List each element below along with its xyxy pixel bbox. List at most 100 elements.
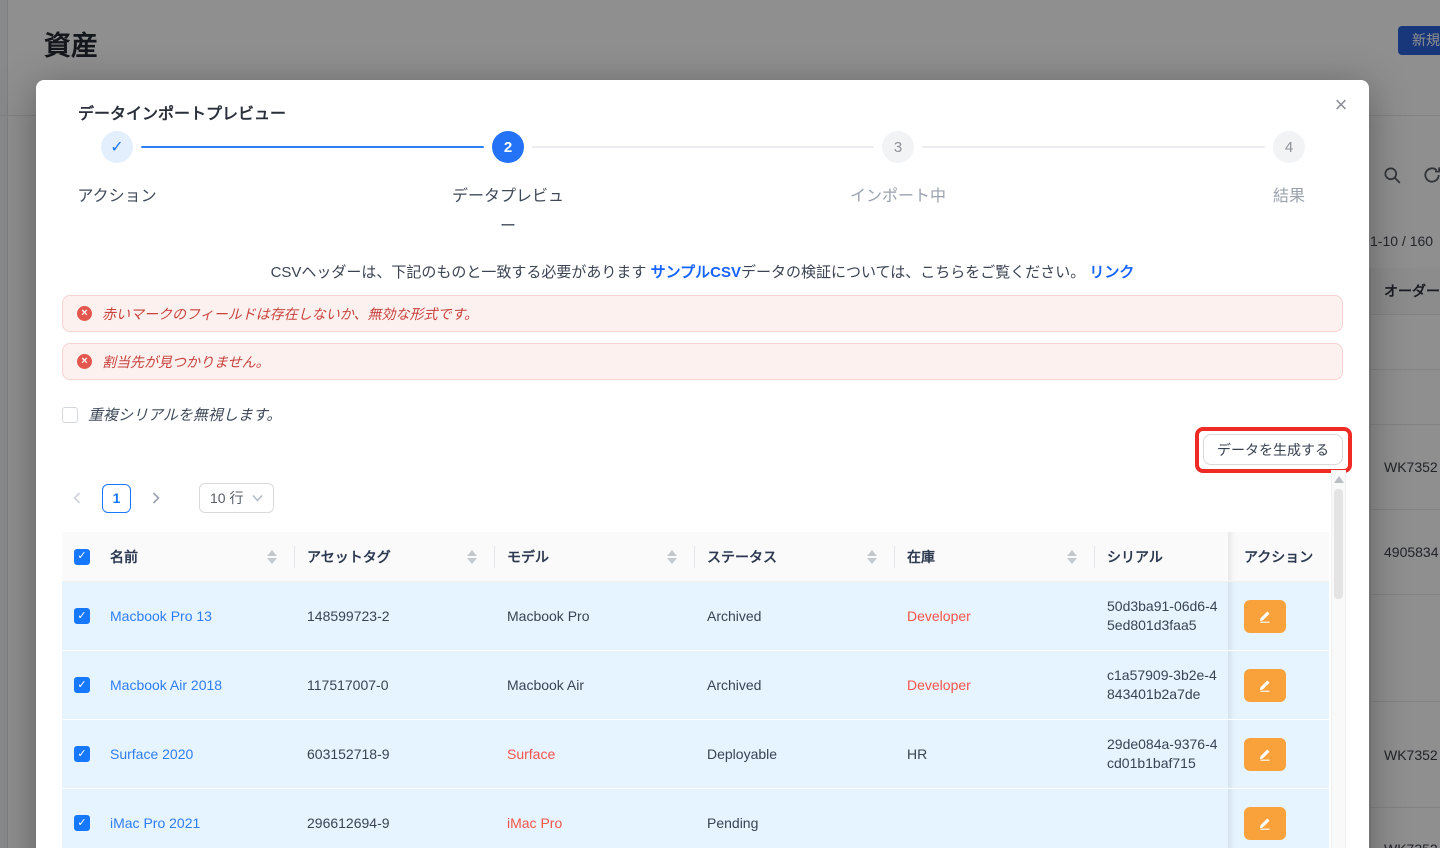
col-header-status[interactable]: ステータス [695,532,895,581]
edit-icon [1257,677,1273,693]
step-2-indicator: 2 [492,131,524,163]
close-icon[interactable]: × [1328,92,1354,118]
generate-data-button[interactable]: データを生成する [1203,434,1343,465]
edit-row-button[interactable] [1244,669,1286,702]
row-checkbox[interactable]: ✓ [74,608,90,624]
edit-row-button[interactable] [1244,600,1286,633]
error-alert-text: 赤いマークのフィールドは存在しないか、無効な形式です。 [102,304,478,324]
asset-tag-cell: 117517007-0 [295,651,495,719]
edit-row-button[interactable] [1244,807,1286,840]
step-3-label: インポート中 [850,182,946,206]
edit-icon [1257,746,1273,762]
error-icon: × [77,306,92,321]
col-label: アクション [1244,547,1313,567]
model-cell: iMac Pro [495,789,695,848]
col-label: ステータス [707,547,777,567]
row-checkbox[interactable]: ✓ [74,677,90,693]
asset-name-link[interactable]: Surface 2020 [110,746,193,762]
sort-icon[interactable] [667,550,677,564]
status-cell: Archived [695,651,895,719]
stock-cell: HR [895,720,1095,788]
table-row: ✓ Macbook Air 2018 117517007-0 Macbook A… [62,651,1329,720]
serial-cell: c1a57909-3b2e-4843401b2a7de [1107,666,1217,704]
stock-cell [895,789,1095,848]
table-row: ✓ Macbook Pro 13 148599723-2 Macbook Pro… [62,582,1329,651]
help-link[interactable]: リンク [1089,264,1134,281]
table-row: ✓ iMac Pro 2021 296612694-9 iMac Pro Pen… [62,789,1329,848]
ignore-duplicates-row: 重複シリアルを無視します。 [62,404,281,425]
ignore-duplicates-label: 重複シリアルを無視します。 [88,404,281,425]
status-cell: Pending [695,789,895,848]
page-size-value: 10 行 [210,488,243,508]
pagination: 1 10 行 [62,483,274,513]
col-label: 在庫 [907,547,935,567]
error-icon: × [77,354,92,369]
check-icon: ✓ [77,611,86,622]
sort-icon[interactable] [467,550,477,564]
chevron-left-icon[interactable] [62,483,92,513]
csv-instructions-text: CSVヘッダーは、下記のものと一致する必要があります [271,264,651,281]
check-icon: ✓ [77,818,86,829]
select-all-checkbox[interactable]: ✓ [74,549,90,565]
csv-instructions-text: データの検証については、こちらをご覧ください。 [741,264,1089,281]
sample-csv-link[interactable]: サンプルCSV [651,264,741,281]
table-row: ✓ Surface 2020 603152718-9 Surface Deplo… [62,720,1329,789]
col-header-model[interactable]: モデル [495,532,695,581]
status-cell: Deployable [695,720,895,788]
sort-icon[interactable] [267,550,277,564]
model-cell: Surface [495,720,695,788]
page-size-select[interactable]: 10 行 [199,483,274,513]
serial-cell: 29de084a-9376-4cd01b1baf715 [1107,735,1218,773]
sort-icon[interactable] [867,550,877,564]
csv-instructions: CSVヘッダーは、下記のものと一致する必要があります サンプルCSVデータの検証… [36,261,1369,282]
asset-name-link[interactable]: iMac Pro 2021 [110,815,200,831]
col-header-name[interactable]: 名前 [102,532,295,581]
col-label: モデル [507,547,549,567]
row-checkbox[interactable]: ✓ [74,815,90,831]
scroll-up-icon[interactable] [1334,476,1344,483]
check-icon: ✓ [77,749,86,760]
step-1-label: アクション [77,182,156,206]
asset-name-link[interactable]: Macbook Air 2018 [110,677,222,693]
asset-tag-cell: 603152718-9 [295,720,495,788]
preview-table: ✓ 名前 アセットタグ モデル ステータス [62,532,1329,848]
step-number: 4 [1285,139,1293,156]
check-icon: ✓ [77,551,86,562]
step-4-indicator: 4 [1273,131,1305,163]
select-all-cell: ✓ [62,532,102,581]
model-cell: Macbook Air [495,651,695,719]
model-cell: Macbook Pro [495,582,695,650]
table-scrollbar[interactable] [1331,470,1346,848]
col-header-stock[interactable]: 在庫 [895,532,1095,581]
row-checkbox[interactable]: ✓ [74,746,90,762]
status-cell: Archived [695,582,895,650]
step-2-label: データプレビュー [449,182,567,242]
error-alert-text: 割当先が見つかりません。 [102,352,270,372]
step-4-label: 結果 [1273,182,1305,206]
error-alert: × 赤いマークのフィールドは存在しないか、無効な形式です。 [62,295,1343,332]
step-connector-done [141,146,484,148]
scrollbar-thumb[interactable] [1334,489,1343,599]
edit-icon [1257,815,1273,831]
step-connector [922,146,1265,148]
serial-cell: 50d3ba91-06d6-45ed801d3faa5 [1107,597,1218,635]
chevron-right-icon[interactable] [141,483,171,513]
col-label: 名前 [110,547,138,567]
col-label: アセットタグ [307,547,391,567]
asset-tag-cell: 296612694-9 [295,789,495,848]
step-number: 2 [504,139,512,156]
col-header-asset-tag[interactable]: アセットタグ [295,532,495,581]
stock-cell: Developer [895,582,1095,650]
ignore-duplicates-checkbox[interactable] [62,407,78,423]
data-import-preview-modal: データインポートプレビュー × ✓ 2 3 4 アクション データプレビュー イ… [36,80,1369,848]
asset-tag-cell: 148599723-2 [295,582,495,650]
edit-row-button[interactable] [1244,738,1286,771]
step-number: 3 [894,139,902,156]
sort-icon[interactable] [1067,550,1077,564]
table-header-row: ✓ 名前 アセットタグ モデル ステータス [62,532,1329,582]
col-label: シリアル [1107,547,1163,567]
chevron-down-icon [252,494,263,502]
asset-name-link[interactable]: Macbook Pro 13 [110,608,212,624]
error-alert: × 割当先が見つかりません。 [62,343,1343,380]
page-1-button[interactable]: 1 [102,484,131,513]
